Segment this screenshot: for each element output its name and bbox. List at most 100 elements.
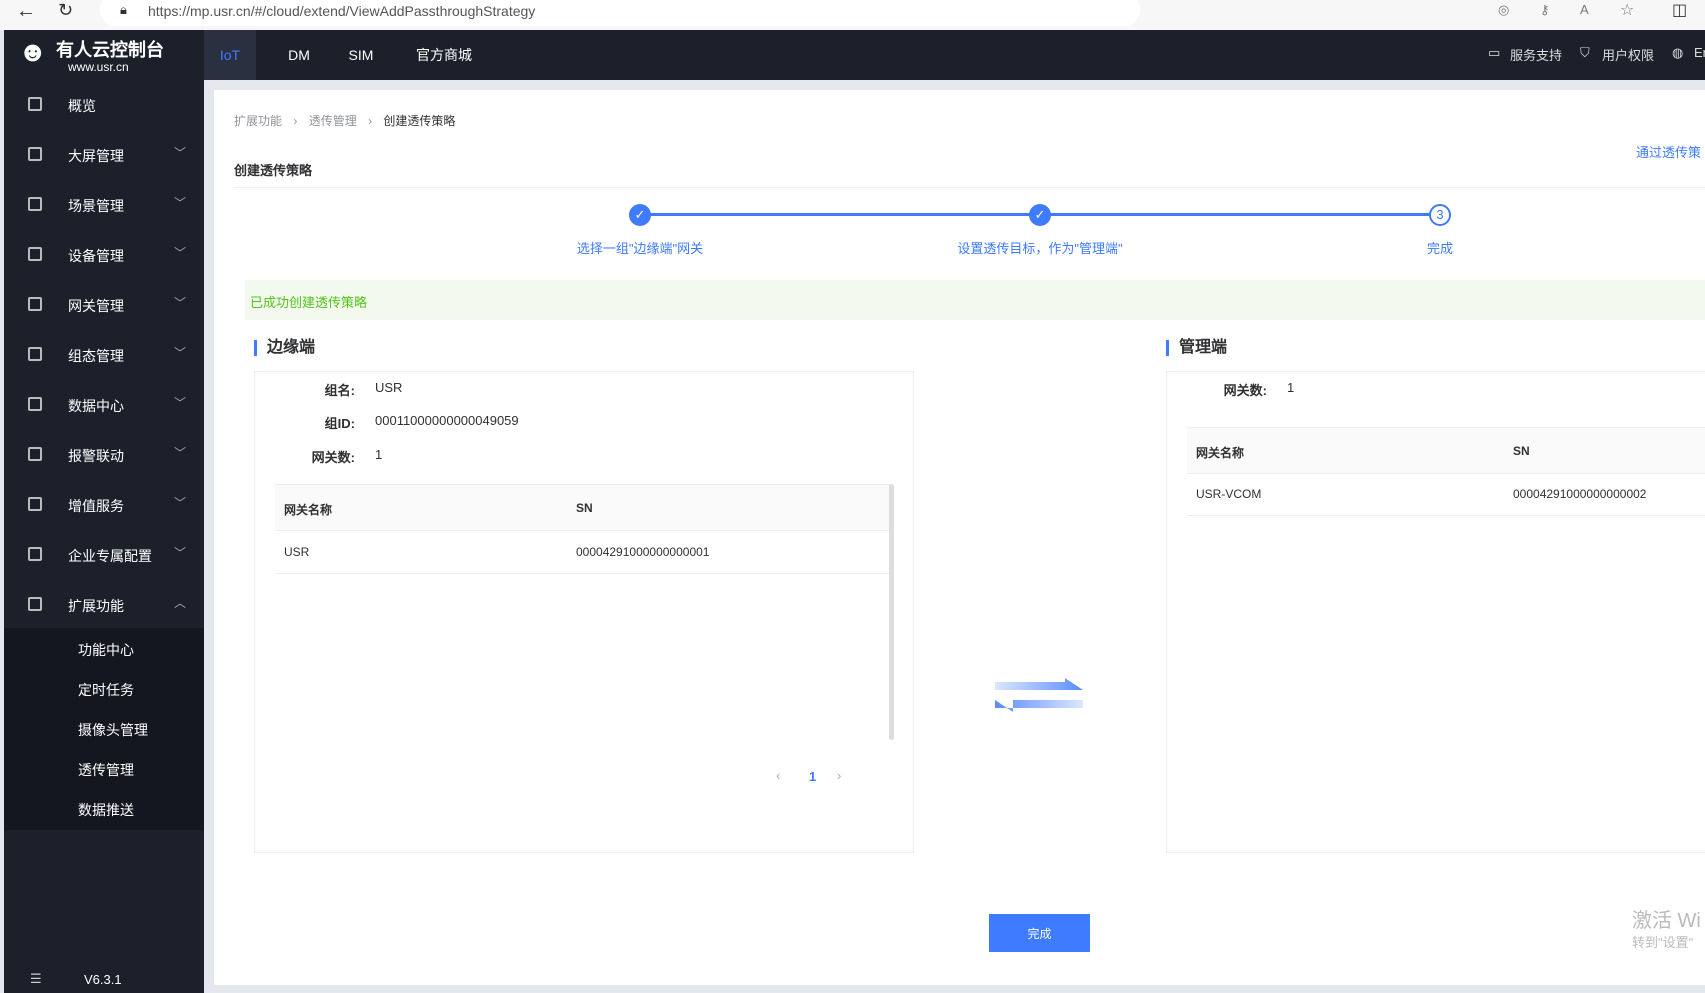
table-row[interactable]: USR 00004291000000000001 (275, 531, 890, 574)
group-name-label: 组名: (324, 383, 355, 398)
collapse-menu-icon[interactable]: ☰ (30, 971, 42, 987)
gateway-name: USR (284, 545, 310, 559)
overview-icon (28, 97, 42, 111)
support-link[interactable]: 服务支持 (1510, 45, 1562, 64)
gateway-count-label: 网关数: (1223, 383, 1267, 398)
table-scrollbar[interactable] (889, 484, 894, 740)
sidebar-item-extend[interactable]: 扩展功能 ︿ (4, 580, 204, 630)
sidebar: 概览 大屏管理 ﹀ 场景管理 ﹀ 设备管理 ﹀ 网关管理 ﹀ 组态管理 ﹀ 数据中心 ﹀ 报… (4, 80, 204, 993)
alarm-icon (28, 447, 42, 461)
shield-icon: ⛉ (1580, 45, 1590, 60)
gateway-count-label: 网关数: (311, 450, 355, 465)
next-page-icon[interactable]: › (837, 768, 841, 783)
read-aloud-icon[interactable]: A (1580, 2, 1589, 17)
group-id-value: 00011000000000049059 (375, 413, 519, 428)
top-nav: ☻ 有人云控制台 www.usr.cn IoT DM SIM 官方商城 ▭ 服务… (4, 30, 1705, 80)
chevron-right-icon: › (293, 114, 298, 128)
submenu-camera[interactable]: 摄像头管理 (78, 720, 148, 740)
gateway-sn: 00004291000000000001 (576, 545, 710, 559)
back-icon[interactable]: ← (16, 0, 36, 23)
step-2-label: 设置透传目标，作为"管理端" (957, 241, 1123, 256)
chevron-up-icon: ︿ (174, 596, 187, 610)
tab-sim[interactable]: SIM (336, 30, 386, 80)
chevron-down-icon: ﹀ (174, 446, 187, 460)
prev-page-icon[interactable]: ‹ (776, 768, 780, 783)
submenu-function-center[interactable]: 功能中心 (78, 640, 134, 660)
submenu-passthrough[interactable]: 透传管理 (78, 760, 134, 780)
sidebar-item-bigscreen[interactable]: 大屏管理 ﹀ (4, 130, 204, 180)
step-2-check-icon: ✓ (1029, 204, 1051, 226)
edge-table-header: 网关名称 SN (275, 484, 890, 531)
permissions-link[interactable]: 用户权限 (1602, 45, 1654, 64)
language-link[interactable]: En (1694, 45, 1705, 60)
cube-icon (28, 197, 42, 211)
grid-icon (28, 597, 42, 611)
sidebar-item-scene[interactable]: 场景管理 ﹀ (4, 180, 204, 230)
chevron-down-icon: ﹀ (174, 546, 187, 560)
gateway-count-value: 1 (1287, 380, 1295, 395)
success-message: 已成功创建透传策略 (250, 295, 368, 310)
chevron-down-icon: ﹀ (174, 346, 187, 360)
globe-icon: ◍ (1672, 45, 1684, 60)
edge-panel: 组名: USR 组ID: 00011000000000049059 网关数: 1… (254, 371, 914, 853)
table-row[interactable]: USR-VCOM 00004291000000000002 (1187, 474, 1705, 516)
strategy-link[interactable]: 通过透传策 (1636, 142, 1701, 161)
content-card: 扩展功能 › 透传管理 › 创建透传策略 通过透传策 创建透传策略 ✓ ✓ 3 … (214, 90, 1705, 985)
location-icon[interactable]: ◎ (1498, 2, 1509, 18)
sidebar-item-device[interactable]: 设备管理 ﹀ (4, 230, 204, 280)
chevron-down-icon: ﹀ (174, 246, 187, 260)
sidebar-item-overview[interactable]: 概览 (4, 80, 204, 130)
page-number[interactable]: 1 (809, 769, 816, 784)
monitor-icon (28, 147, 42, 161)
lock-icon: 🔒︎ (120, 2, 127, 17)
sidebar-item-config[interactable]: 组态管理 ﹀ (4, 330, 204, 380)
sidebar-item-data[interactable]: 数据中心 ﹀ (4, 380, 204, 430)
step-3-number: 3 (1429, 204, 1451, 226)
sidebar-item-vas[interactable]: 增值服务 ﹀ (4, 480, 204, 530)
page-title: 创建透传策略 (234, 163, 313, 178)
tab-dm[interactable]: DM (274, 30, 324, 80)
tab-iot[interactable]: IoT (204, 30, 256, 80)
step-3-label: 完成 (1426, 241, 1454, 256)
watermark-line1: 激活 Wi (1632, 910, 1701, 932)
sidebar-item-gateway[interactable]: 网关管理 ﹀ (4, 280, 204, 330)
split-screen-icon[interactable]: ◫ (1672, 0, 1687, 20)
submenu-extend: 功能中心 定时任务 摄像头管理 透传管理 数据推送 (4, 628, 204, 830)
brand-name: 有人云控制台 (56, 40, 164, 60)
device-icon (28, 247, 42, 261)
chevron-down-icon: ﹀ (174, 296, 187, 310)
key-icon[interactable]: ⚷ (1540, 2, 1550, 18)
manager-section-title: 管理端 (1166, 340, 1227, 356)
url-text[interactable]: https://mp.usr.cn/#/cloud/extend/ViewAdd… (148, 3, 535, 19)
tab-store[interactable]: 官方商城 (404, 30, 484, 80)
success-alert: 已成功创建透传策略 (245, 280, 1705, 320)
column-header: SN (576, 501, 593, 515)
submenu-data-push[interactable]: 数据推送 (78, 800, 134, 820)
bar-chart-icon (28, 397, 42, 411)
gateway-name: USR-VCOM (1196, 487, 1262, 501)
divider (234, 187, 1705, 188)
swap-arrows-icon (995, 678, 1083, 712)
gateway-count-value: 1 (375, 447, 383, 462)
reload-icon[interactable]: ↻ (58, 0, 73, 21)
chevron-down-icon: ﹀ (174, 396, 187, 410)
edge-section-title: 边缘端 (254, 340, 315, 356)
brand-site: www.usr.cn (68, 60, 129, 74)
building-icon (28, 547, 42, 561)
manager-table-header: 网关名称 SN (1187, 427, 1705, 474)
breadcrumb-item[interactable]: 扩展功能 (234, 114, 282, 128)
sidebar-item-enterprise[interactable]: 企业专属配置 ﹀ (4, 530, 204, 580)
star-icon[interactable]: ☆ (1620, 0, 1634, 20)
manager-panel: 网关数: 1 网关名称 SN USR-VCOM 0000429100000000… (1166, 371, 1705, 853)
chevron-down-icon: ﹀ (174, 496, 187, 510)
version: V6.3.1 (84, 972, 122, 987)
breadcrumb-item[interactable]: 透传管理 (309, 114, 357, 128)
submenu-scheduled-tasks[interactable]: 定时任务 (78, 680, 134, 700)
sidebar-item-alarm[interactable]: 报警联动 ﹀ (4, 430, 204, 480)
column-header: 网关名称 (284, 503, 333, 517)
chevron-right-icon: › (368, 114, 373, 128)
finish-button[interactable]: 完成 (989, 914, 1090, 952)
browser-toolbar: ← ↻ 🔒︎ https://mp.usr.cn/#/cloud/extend/… (0, 0, 1705, 30)
chevron-down-icon: ﹀ (174, 146, 187, 160)
diamond-icon (28, 497, 42, 511)
